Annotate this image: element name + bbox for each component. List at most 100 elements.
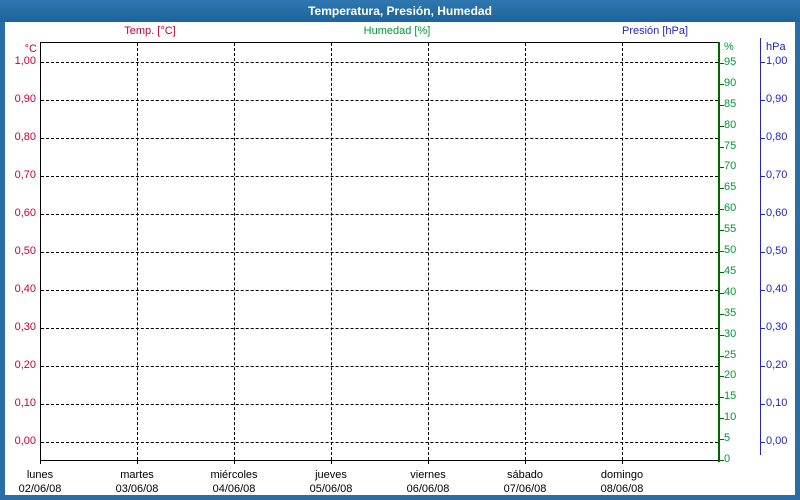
grid-line-horizontal	[41, 404, 718, 405]
x-axis-tick	[525, 461, 526, 464]
grid-line-horizontal	[41, 214, 718, 215]
grid-line-horizontal	[41, 62, 718, 63]
humidity-axis-tick-label: 90	[724, 77, 737, 89]
window-title: Temperatura, Presión, Humedad	[308, 4, 492, 18]
temperature-axis-tick-label: 0,40	[14, 283, 36, 295]
temperature-axis-tick-label: 0,20	[14, 359, 36, 371]
pressure-axis-tick	[760, 100, 765, 101]
humidity-axis-tick-label: 60	[724, 202, 737, 214]
temperature-axis-tick-label: 0,50	[14, 245, 36, 257]
window-frame-right	[795, 22, 800, 500]
grid-line-horizontal	[41, 366, 718, 367]
humidity-axis-tick-label: 85	[724, 98, 737, 110]
pressure-axis-tick	[760, 252, 765, 253]
temperature-axis-tick-label: 0,60	[14, 207, 36, 219]
humidity-axis-tick-label: 80	[724, 119, 737, 131]
humidity-axis-tick-label: 70	[724, 160, 737, 172]
pressure-axis-tick-label: 0,30	[766, 321, 788, 333]
temperature-axis-tick-label: 0,90	[14, 93, 36, 105]
x-axis-day-label: miércoles	[210, 469, 258, 481]
x-axis-date-label: 07/06/08	[503, 483, 547, 495]
x-axis-day-label: domingo	[600, 469, 644, 481]
humidity-axis-tick-label: 15	[724, 390, 737, 402]
pressure-axis-tick	[760, 62, 765, 63]
grid-line-vertical	[234, 43, 235, 460]
x-axis-day-label: martes	[120, 469, 154, 481]
pressure-axis-tick-label: 0,00	[766, 435, 788, 447]
x-axis-tick	[234, 461, 235, 464]
legend-pressure: Presión [hPa]	[621, 25, 689, 37]
grid-line-vertical	[622, 43, 623, 460]
window-frame-bottom	[0, 495, 800, 500]
x-axis-tick	[40, 461, 41, 464]
x-axis-tick	[331, 461, 332, 464]
temperature-axis-tick-label: 0,70	[14, 169, 36, 181]
grid-line-vertical	[137, 43, 138, 460]
humidity-axis-tick-label: 30	[724, 328, 737, 340]
pressure-axis-tick-label: 1,00	[766, 55, 788, 67]
pressure-axis-tick	[760, 138, 765, 139]
x-axis-day-label: lunes	[26, 469, 54, 481]
pressure-axis-tick-label: 0,80	[766, 131, 788, 143]
pressure-axis-tick	[760, 328, 765, 329]
x-axis-date-label: 05/06/08	[309, 483, 353, 495]
humidity-axis-tick-label: 20	[724, 369, 737, 381]
x-axis-date-label: 06/06/08	[406, 483, 450, 495]
humidity-axis-tick-label: 40	[724, 286, 737, 298]
temperature-axis-tick-label: 0,10	[14, 397, 36, 409]
pressure-axis-tick-label: 0,90	[766, 93, 788, 105]
humidity-axis-tick-label: 55	[724, 223, 737, 235]
humidity-axis-tick-label: 25	[724, 349, 737, 361]
weather-chart-window: Temperatura, Presión, Humedad Temp. [°C]…	[0, 0, 800, 500]
pressure-axis-tick-label: 0,20	[766, 359, 788, 371]
pressure-axis-tick	[760, 366, 765, 367]
humidity-axis-tick-label: 35	[724, 307, 737, 319]
grid-line-vertical	[525, 43, 526, 460]
pressure-axis-tick-label: 0,10	[766, 397, 788, 409]
grid-line-vertical	[331, 43, 332, 460]
humidity-axis-unit-label: %	[724, 41, 734, 53]
humidity-axis-tick-label: 95	[724, 56, 737, 68]
pressure-axis-tick-label: 0,60	[766, 207, 788, 219]
x-axis-date-label: 04/06/08	[212, 483, 256, 495]
humidity-axis-tick-label: 45	[724, 265, 737, 277]
x-axis-day-label: sábado	[506, 469, 544, 481]
humidity-axis-tick-label: 75	[724, 140, 737, 152]
x-axis-day-label: viernes	[410, 469, 446, 481]
grid-line-horizontal	[41, 100, 718, 101]
pressure-axis-tick-label: 0,70	[766, 169, 788, 181]
x-axis-date-label: 03/06/08	[115, 483, 159, 495]
grid-line-horizontal	[41, 252, 718, 253]
pressure-axis-unit-label: hPa	[766, 41, 786, 53]
pressure-axis-tick	[760, 214, 765, 215]
temperature-axis-tick-label: 0,00	[14, 435, 36, 447]
x-axis-tick	[137, 461, 138, 464]
pressure-axis-tick-label: 0,40	[766, 283, 788, 295]
humidity-axis-tick-label: 5	[724, 432, 731, 444]
grid-line-horizontal	[41, 442, 718, 443]
legend-humidity: Humedad [%]	[363, 25, 431, 37]
pressure-axis-tick	[760, 442, 765, 443]
pressure-axis-tick-label: 0,50	[766, 245, 788, 257]
grid-line-horizontal	[41, 328, 718, 329]
grid-line-vertical	[428, 43, 429, 460]
temperature-axis-tick-label: 1,00	[14, 55, 36, 67]
grid-line-horizontal	[41, 290, 718, 291]
temperature-axis-tick-label: 0,80	[14, 131, 36, 143]
legend-temperature: Temp. [°C]	[124, 25, 176, 37]
humidity-axis-tick-label: 10	[724, 411, 737, 423]
pressure-axis-tick	[760, 176, 765, 177]
grid-line-horizontal	[41, 176, 718, 177]
humidity-axis-tick-label: 65	[724, 181, 737, 193]
temperature-axis-tick-label: 0,30	[14, 321, 36, 333]
x-axis-date-label: 08/06/08	[600, 483, 644, 495]
x-axis-tick	[622, 461, 623, 464]
x-axis-tick	[428, 461, 429, 464]
grid-line-horizontal	[41, 138, 718, 139]
humidity-axis-tick-label: 0	[724, 453, 731, 465]
pressure-axis-tick	[760, 290, 765, 291]
x-axis-date-label: 02/06/08	[18, 483, 62, 495]
x-axis-day-label: jueves	[315, 469, 347, 481]
window-title-bar[interactable]: Temperatura, Presión, Humedad	[0, 0, 800, 22]
pressure-axis-tick	[760, 404, 765, 405]
